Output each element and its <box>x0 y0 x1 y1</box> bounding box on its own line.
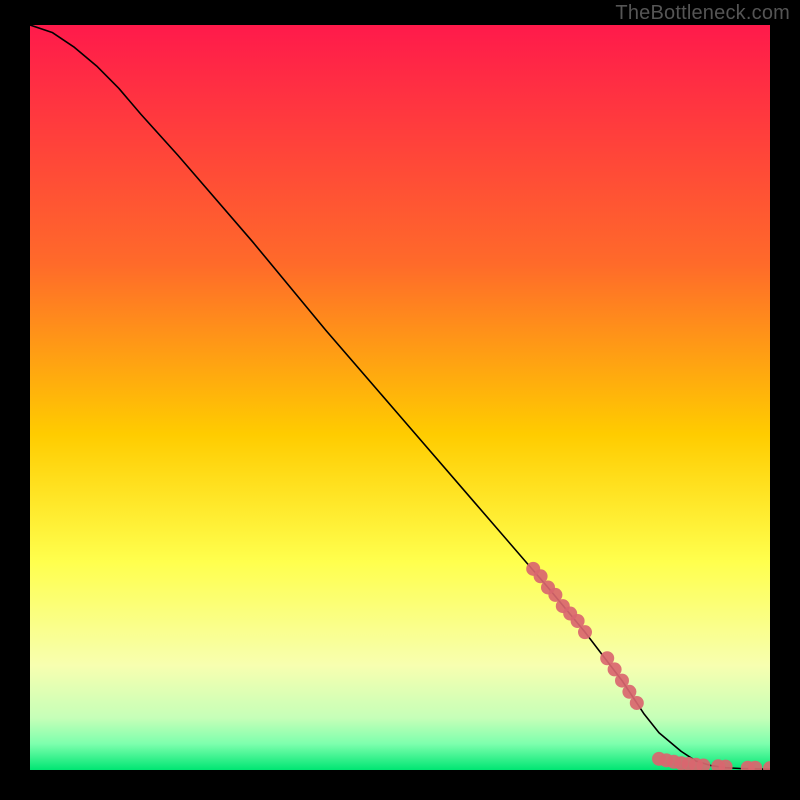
watermark-text: TheBottleneck.com <box>615 2 790 25</box>
data-point <box>630 696 644 710</box>
data-point <box>578 625 592 639</box>
chart-svg <box>30 25 770 770</box>
chart-container <box>30 25 770 770</box>
plot-background <box>30 25 770 770</box>
